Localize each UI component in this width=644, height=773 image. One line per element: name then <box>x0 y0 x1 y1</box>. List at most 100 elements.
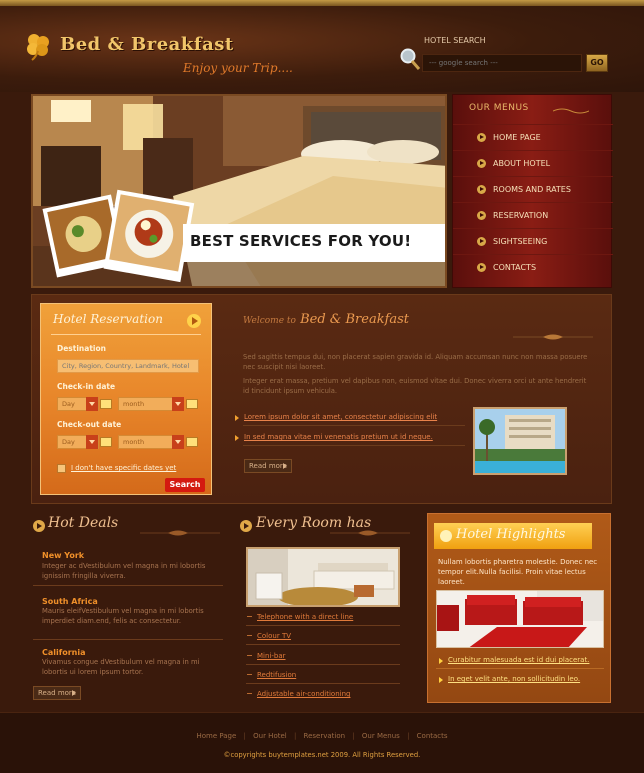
divider <box>33 585 223 586</box>
ornament-icon <box>140 530 220 536</box>
hotel-highlights-panel: Hotel Highlights Nullam lobortis pharetr… <box>427 513 611 703</box>
footer: Home Page | Our Hotel | Reservation | Ou… <box>0 712 644 773</box>
room-feature-item[interactable]: Mini-bar <box>247 652 286 660</box>
arrow-circle-icon <box>240 520 252 532</box>
sofa-room-photo <box>436 590 604 648</box>
menu-title: OUR MENUS <box>469 103 529 113</box>
food-photos <box>42 189 195 283</box>
menu-item-label: SIGHTSEEING <box>493 237 548 246</box>
calendar-icon[interactable] <box>100 437 112 447</box>
no-dates-label[interactable]: I don't have specific dates yet <box>71 464 176 472</box>
site-title[interactable]: Bed & Breakfast <box>60 34 234 55</box>
deal-name[interactable]: South Africa <box>42 597 98 606</box>
divider <box>246 644 400 645</box>
footer-separator: | <box>407 732 410 740</box>
welcome-read-more-button[interactable]: Read more <box>244 459 292 473</box>
highlights-title: Hotel Highlights <box>456 527 566 542</box>
menu-item-sightseeing[interactable]: SIGHTSEEING <box>453 228 613 254</box>
highlights-text: Nullam lobortis pharetra molestie. Donec… <box>438 558 598 586</box>
search-go-button[interactable]: GO <box>586 54 608 72</box>
room-feature-item[interactable]: Telephone with a direct line <box>246 613 353 621</box>
calendar-icon[interactable] <box>186 399 198 409</box>
footer-link-hotel[interactable]: Our Hotel <box>253 732 287 740</box>
reservation-form: Hotel Reservation Destination Check-in d… <box>40 303 212 495</box>
welcome-title: Bed & Breakfast <box>300 312 410 327</box>
menu-item-home[interactable]: HOME PAGE <box>453 124 613 150</box>
hot-deals-title: Hot Deals <box>48 515 119 531</box>
magnifier-icon <box>400 48 421 70</box>
chevron-down-icon[interactable] <box>172 435 184 449</box>
room-feature-item[interactable]: Adjustable air-conditioning <box>246 690 350 698</box>
middle-panel: Hotel Reservation Destination Check-in d… <box>31 294 612 504</box>
room-feature-item[interactable]: Colour TV <box>246 632 291 640</box>
no-dates-checkbox[interactable] <box>57 464 66 473</box>
footer-link-contacts[interactable]: Contacts <box>417 732 448 740</box>
footer-link-home[interactable]: Home Page <box>196 732 236 740</box>
banner-caption: BEST SERVICES FOR YOU! <box>190 232 412 250</box>
welcome-link-1[interactable]: Lorem ipsum dolor sit amet, consectetur … <box>234 413 437 421</box>
footer-link-reservation[interactable]: Reservation <box>304 732 346 740</box>
deal-name[interactable]: New York <box>42 551 84 560</box>
footer-link-menus[interactable]: Our Menus <box>362 732 400 740</box>
arrow-bullet-icon <box>477 237 486 246</box>
welcome-link-2[interactable]: In sed magna vitae mi venenatis pretium … <box>235 433 433 441</box>
calendar-icon[interactable] <box>186 437 198 447</box>
divider <box>246 625 400 626</box>
highlights-title-bar: Hotel Highlights <box>434 523 592 549</box>
highlights-link-2[interactable]: In eget velit ante, non sollicitudin leo… <box>438 675 580 683</box>
divider <box>246 664 400 665</box>
menu-item-reservation[interactable]: RESERVATION <box>453 202 613 228</box>
menu-panel: OUR MENUS HOME PAGE ABOUT HOTEL ROOMS AN… <box>452 94 613 288</box>
arrow-bullet-icon <box>477 263 486 272</box>
chevron-down-icon[interactable] <box>86 397 98 411</box>
calendar-icon[interactable] <box>100 399 112 409</box>
menu-item-rooms[interactable]: ROOMS AND RATES <box>453 176 613 202</box>
arrow-bullet-icon <box>477 185 486 194</box>
go-arrow-icon[interactable] <box>187 314 201 328</box>
reservation-title: Hotel Reservation <box>53 312 163 326</box>
room-feature-item[interactable]: Redtifusion <box>246 671 296 679</box>
arrow-bullet-icon <box>477 211 486 220</box>
ornament-icon <box>330 530 410 536</box>
deal-text: Integer ac dVestibulum vel magna in mi l… <box>42 562 206 580</box>
footer-separator: | <box>293 732 297 740</box>
arrow-bullet-icon <box>477 159 486 168</box>
arrow-bullet-icon <box>477 133 486 142</box>
clover-logo-icon <box>27 34 49 61</box>
menu-item-label: ABOUT HOTEL <box>493 159 551 168</box>
menu-item-contacts[interactable]: CONTACTS <box>453 254 613 280</box>
deal-name[interactable]: California <box>42 648 86 657</box>
checkout-label: Check-out date <box>57 420 122 429</box>
footer-nav: Home Page | Our Hotel | Reservation | Ou… <box>0 732 644 740</box>
deal-text: Vivamus congue dVestibulum vel magna in … <box>42 658 200 676</box>
footer-separator: | <box>243 732 246 740</box>
chevron-down-icon[interactable] <box>86 435 98 449</box>
chevron-down-icon[interactable] <box>172 397 184 411</box>
menu-item-about[interactable]: ABOUT HOTEL <box>453 150 613 176</box>
divider <box>33 639 223 640</box>
divider <box>246 683 400 684</box>
menu-item-label: ROOMS AND RATES <box>493 185 571 194</box>
deals-read-more-button[interactable]: Read more <box>33 686 81 700</box>
checkin-label: Check-in date <box>57 382 116 391</box>
arrow-circle-icon <box>33 520 45 532</box>
reservation-search-button[interactable]: Search <box>165 478 205 492</box>
destination-input[interactable] <box>57 359 199 373</box>
ornament-icon <box>553 108 589 114</box>
site-tagline: Enjoy your Trip.... <box>183 61 293 75</box>
welcome-prefix: Welcome to <box>243 316 296 326</box>
search-input[interactable] <box>422 54 582 72</box>
hero-banner <box>31 94 447 288</box>
search-label: HOTEL SEARCH <box>424 36 486 45</box>
menu-item-label: CONTACTS <box>493 263 537 272</box>
ornament-icon <box>513 334 593 340</box>
divider <box>51 334 201 335</box>
divider <box>436 668 604 669</box>
divider <box>243 425 465 426</box>
welcome-paragraph-1: Sed sagittis tempus dui, non placerat sa… <box>243 353 588 371</box>
highlights-link-1[interactable]: Curabitur malesuada est id dui placerat. <box>438 656 589 664</box>
divider <box>243 445 465 446</box>
menu-item-label: HOME PAGE <box>493 133 541 142</box>
menu-item-label: RESERVATION <box>493 211 549 220</box>
footer-separator: | <box>352 732 355 740</box>
